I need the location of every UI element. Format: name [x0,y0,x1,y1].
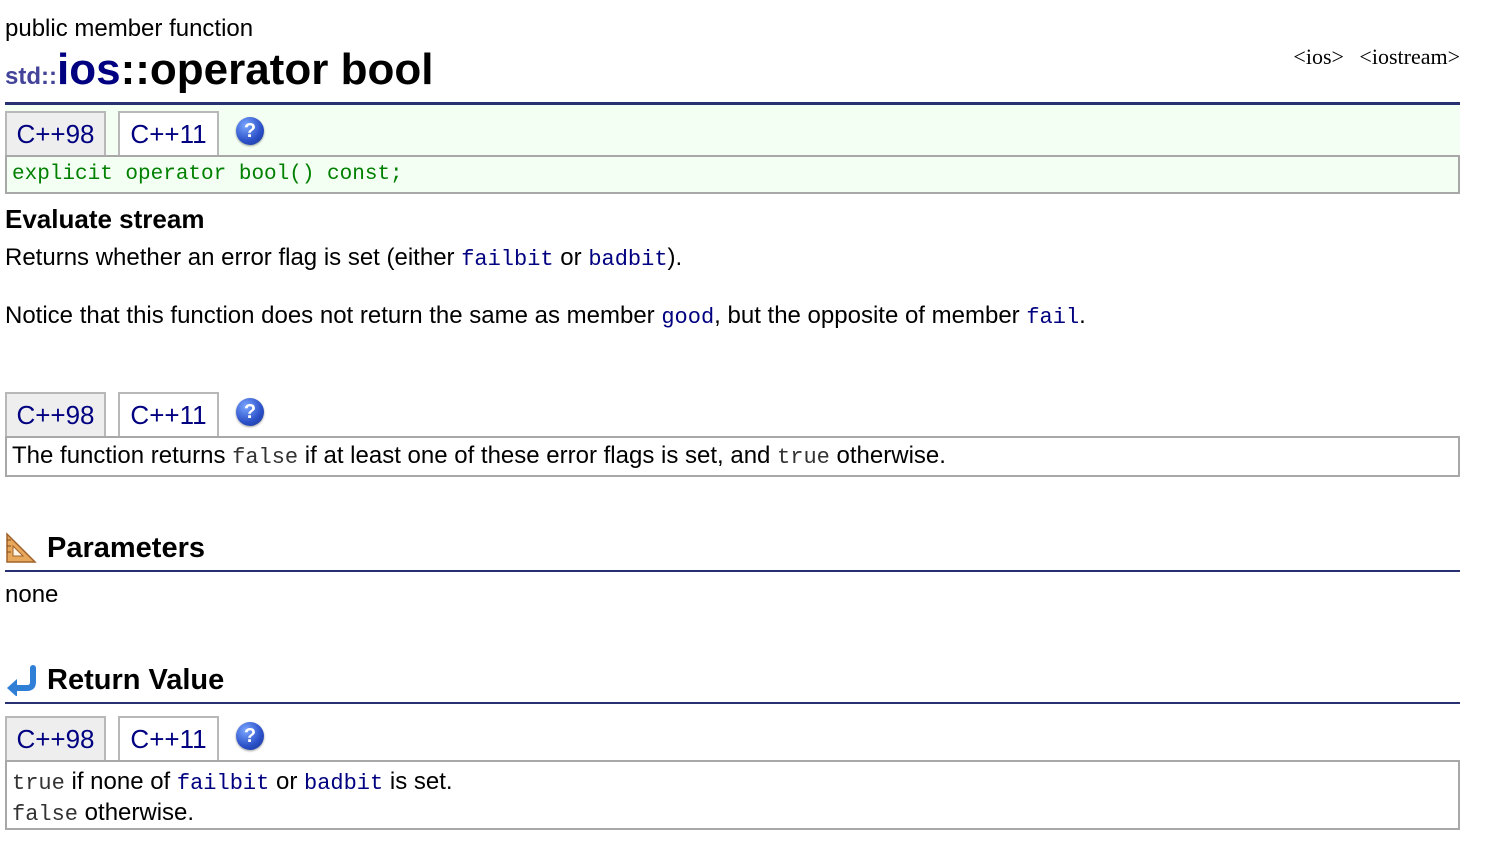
function-name: ::operator bool [120,45,434,94]
declaration-tabbar: C++98 C++11 ? [5,105,1460,157]
tab-cpp11[interactable]: C++11 [118,111,219,157]
link-failbit[interactable]: failbit [461,247,553,272]
header-link-iostream[interactable]: <iostream> [1359,44,1460,69]
description-paragraph-1: Returns whether an error flag is set (ei… [5,244,683,272]
namespace-label: std:: [5,63,57,90]
tab-cpp98[interactable]: C++98 [5,716,106,760]
link-failbit[interactable]: failbit [177,771,269,796]
help-icon[interactable]: ? [236,117,264,145]
return-value-title: Return Value [47,664,225,696]
return-tabbar: C++98 C++11 ? [5,710,1460,762]
declaration-box: explicit operator bool() const; [5,155,1460,194]
parameters-title: Parameters [47,532,205,564]
class-name[interactable]: ios [57,45,121,94]
version-note-box: The function returns false if at least o… [5,436,1460,477]
note-tabbar: C++98 C++11 ? [5,386,1460,438]
parameters-body: none [5,581,59,608]
tab-cpp98[interactable]: C++98 [5,392,106,436]
parameters-section-header: Parameters [5,530,1460,572]
return-value-box: true if none of failbit or badbit is set… [5,760,1460,830]
ruler-triangle-icon [6,532,37,563]
header-links: <ios> <iostream> [1283,44,1460,70]
return-line-2: false otherwise. [12,799,195,827]
description-paragraph-2: Notice that this function does not retur… [5,302,1086,330]
link-badbit[interactable]: badbit [304,771,383,796]
link-badbit[interactable]: badbit [588,247,667,272]
return-value-section-header: Return Value [5,662,1460,704]
tab-cpp11[interactable]: C++11 [118,392,219,438]
header-link-ios[interactable]: <ios> [1293,44,1344,69]
link-fail[interactable]: fail [1026,305,1079,330]
return-arrow-icon [7,665,36,696]
tab-cpp98[interactable]: C++98 [5,111,106,155]
help-icon[interactable]: ? [236,398,264,426]
return-line-1: true if none of failbit or badbit is set… [12,768,453,796]
help-icon[interactable]: ? [236,722,264,750]
link-good[interactable]: good [661,305,714,330]
summary-title: Evaluate stream [5,204,205,234]
page-title: std::ios::operator bool [5,44,433,96]
member-kind-label: public member function [5,15,254,42]
tab-cpp11[interactable]: C++11 [118,716,219,762]
